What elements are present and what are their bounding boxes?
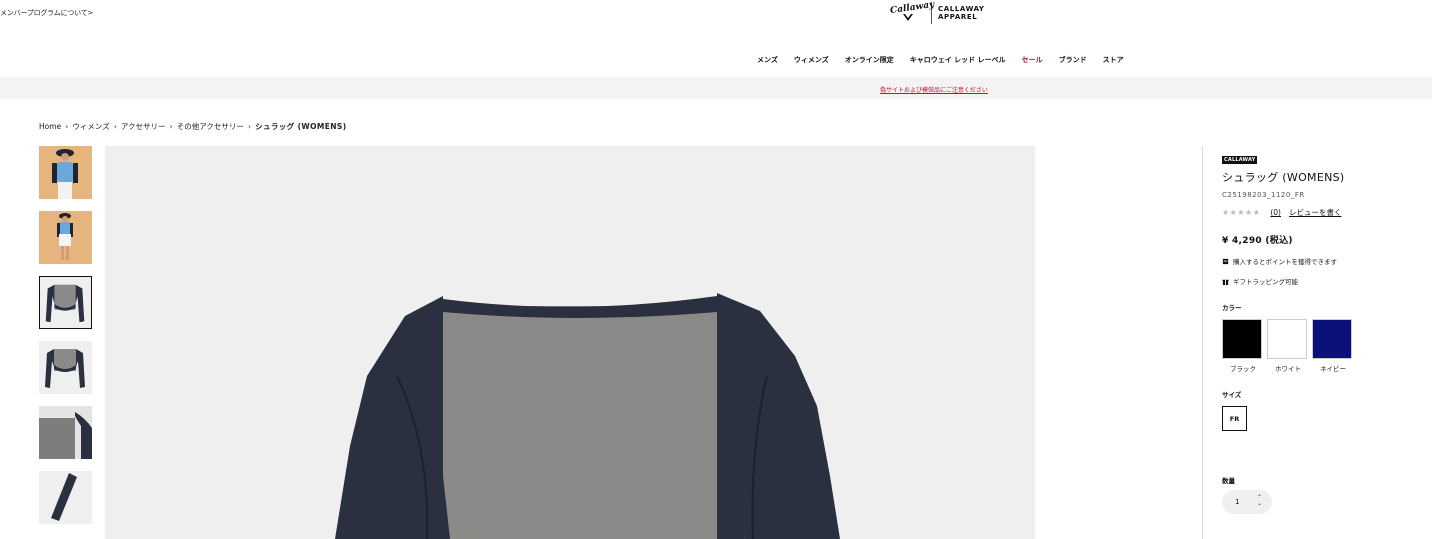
breadcrumb-accessories[interactable]: アクセサリー <box>121 121 166 132</box>
quantity-label: 数量 <box>1222 477 1235 485</box>
thumbnail-product-back[interactable] <box>39 341 92 394</box>
swatch-black-label: ブラック <box>1230 365 1256 373</box>
logo-line1: CALLAWAY <box>938 5 985 13</box>
chevron-right-icon: › <box>113 122 117 131</box>
product-title: シュラッグ (WOMENS) <box>1222 171 1345 184</box>
color-label: カラー <box>1222 304 1242 312</box>
stepper-arrows-icon[interactable]: ⌃ ⌄ <box>1257 495 1262 507</box>
nav-item-online-limited[interactable]: オンライン限定 <box>845 55 894 65</box>
logo-wordmark: CALLAWAY APPAREL <box>938 5 985 21</box>
breadcrumb-home[interactable]: Home <box>39 122 61 131</box>
points-text: 購入するとポイントを獲得できます <box>1233 258 1337 266</box>
size-label: サイズ <box>1222 391 1242 399</box>
swatch-navy[interactable]: ネイビー <box>1312 319 1354 373</box>
chevron-right-icon: › <box>65 122 69 131</box>
product-price: ¥ 4,290 (税込) <box>1222 236 1293 246</box>
gift-icon <box>1222 279 1229 285</box>
swatch-navy-color[interactable] <box>1312 319 1352 359</box>
brand-badge: CALLAWAY <box>1222 156 1258 164</box>
points-icon <box>1222 258 1229 264</box>
breadcrumb-current: シュラッグ (WOMENS) <box>255 122 347 131</box>
thumbnail-list <box>39 146 93 536</box>
thumbnail-model-full[interactable] <box>39 211 92 264</box>
thumbnail-model-front[interactable] <box>39 146 92 199</box>
rating-row: ★★★★★ (0) レビューを書く <box>1222 207 1422 218</box>
member-program-link[interactable]: メンバープログラムについて> <box>0 8 93 18</box>
nav-item-womens[interactable]: ウィメンズ <box>794 55 829 65</box>
chevron-right-icon: › <box>169 122 173 131</box>
points-feature: 購入するとポイントを獲得できます <box>1222 256 1422 266</box>
product-code: C25198203_1120_FR <box>1222 191 1305 199</box>
rating-stars-icon: ★★★★★ <box>1222 208 1261 217</box>
gift-text: ギフトラッピング可能 <box>1233 278 1298 286</box>
product-info: CALLAWAY シュラッグ (WOMENS) C25198203_1120_F… <box>1222 146 1422 431</box>
callaway-apparel-logo[interactable]: Callaway CALLAWAY APPAREL <box>889 0 985 24</box>
column-divider <box>1202 146 1203 539</box>
color-swatches: ブラック ホワイト ネイビー <box>1222 319 1422 373</box>
swatch-black[interactable]: ブラック <box>1222 319 1264 373</box>
nav-item-mens[interactable]: メンズ <box>757 55 778 65</box>
swatch-black-color[interactable] <box>1222 319 1262 359</box>
breadcrumb-other-accessories[interactable]: その他アクセサリー <box>177 121 244 132</box>
thumbnail-product-sleeve[interactable] <box>39 471 92 524</box>
nav-item-store[interactable]: ストア <box>1103 55 1124 65</box>
notice-bar <box>0 77 1432 99</box>
callaway-logo-mark: Callaway <box>889 0 935 24</box>
logo-line2: APPAREL <box>938 13 978 21</box>
thumbnail-product-detail[interactable] <box>39 406 92 459</box>
nav-item-brand[interactable]: ブランド <box>1059 55 1087 65</box>
swatch-white[interactable]: ホワイト <box>1267 319 1309 373</box>
breadcrumb-womens[interactable]: ウィメンズ <box>72 121 109 132</box>
main-nav: メンズ ウィメンズ オンライン限定 キャロウェイ レッド レーベル セール ブラ… <box>757 55 1140 65</box>
thumbnail-product-front[interactable] <box>39 276 92 329</box>
main-product-image[interactable] <box>105 146 1035 539</box>
size-option-fr[interactable]: FR <box>1222 406 1247 431</box>
quantity-stepper[interactable]: 1 ⌃ ⌄ <box>1222 490 1272 514</box>
nav-item-sale[interactable]: セール <box>1022 55 1043 65</box>
write-review-link[interactable]: レビューを書く <box>1289 207 1342 218</box>
swatch-white-color[interactable] <box>1267 319 1307 359</box>
fake-site-warning-link[interactable]: 偽サイトおよび模倣品にご注意ください <box>880 85 988 94</box>
gift-feature: ギフトラッピング可能 <box>1222 276 1422 286</box>
nav-item-red-label[interactable]: キャロウェイ レッド レーベル <box>910 55 1006 65</box>
breadcrumb: Home › ウィメンズ › アクセサリー › その他アクセサリー › シュラッ… <box>39 121 347 132</box>
quantity-value: 1 <box>1235 498 1240 506</box>
swatch-white-label: ホワイト <box>1275 365 1301 373</box>
review-count-link[interactable]: (0) <box>1270 208 1281 217</box>
swatch-navy-label: ネイビー <box>1320 365 1346 373</box>
chevron-logo-icon <box>903 14 913 21</box>
chevron-right-icon: › <box>247 122 252 131</box>
